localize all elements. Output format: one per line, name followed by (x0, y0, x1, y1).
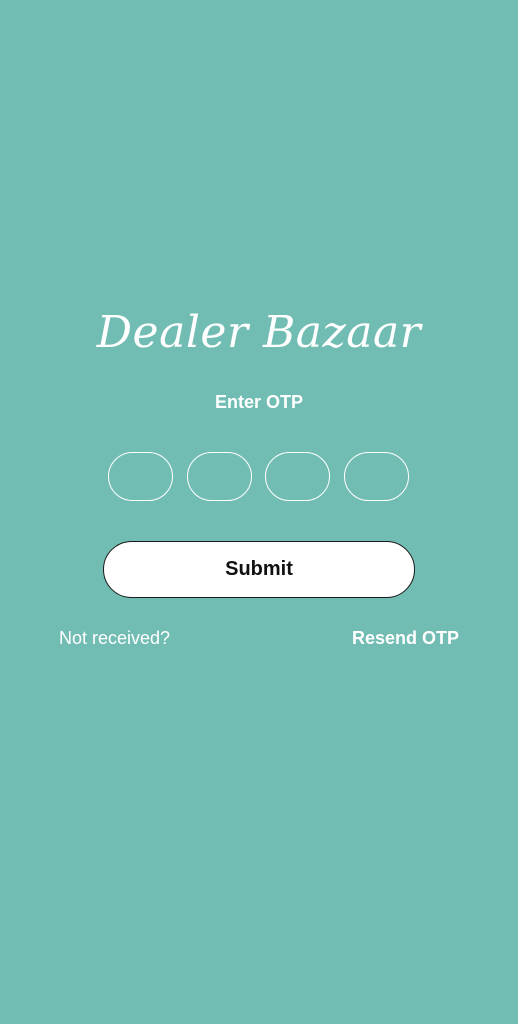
resend-otp-link[interactable]: Resend OTP (352, 626, 459, 650)
otp-digit-3-input[interactable] (265, 452, 330, 501)
brand-title: Dealer Bazaar (96, 307, 422, 358)
otp-prompt-label: Enter OTP (214, 392, 303, 412)
otp-input-row (108, 452, 410, 503)
otp-digit-2-input[interactable] (187, 452, 252, 501)
not-received-label: Not received? (59, 628, 171, 648)
otp-screen: Dealer Bazaar Enter OTP Submit Not recei… (0, 0, 518, 1024)
otp-digit-4-input[interactable] (344, 452, 409, 501)
otp-digit-1-input[interactable] (108, 452, 173, 501)
submit-button[interactable]: Submit (103, 541, 415, 598)
